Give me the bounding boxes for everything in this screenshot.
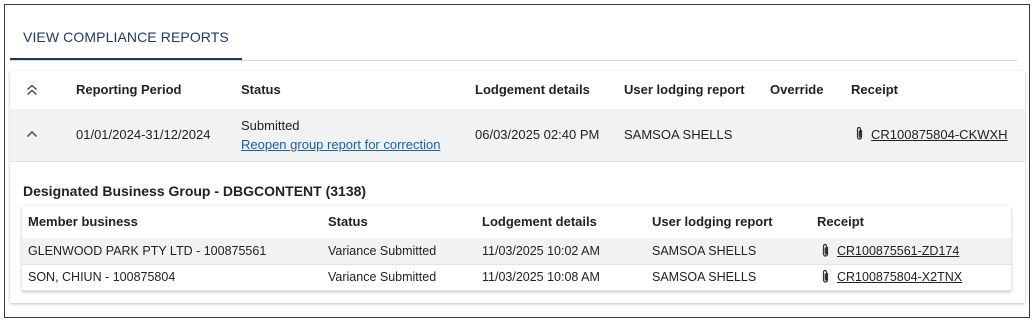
member-receipt-link[interactable]: CR100875561-ZD174 bbox=[837, 238, 959, 264]
member-user-value: SAMSOA SHELLS bbox=[652, 244, 757, 258]
member-receipt-link[interactable]: CR100875804-X2TNX bbox=[837, 264, 962, 290]
paperclip-icon bbox=[821, 269, 830, 284]
header-member-status: Status bbox=[328, 214, 368, 229]
member-status-value: Variance Submitted bbox=[328, 244, 437, 258]
receipt-link[interactable]: CR100875804-CKWXH bbox=[871, 127, 1008, 142]
header-user-lodging-report: User lodging report bbox=[624, 82, 745, 97]
member-business-value: GLENWOOD PARK PTY LTD - 100875561 bbox=[28, 244, 267, 258]
header-member-business: Member business bbox=[28, 214, 138, 229]
group-title: Designated Business Group - DBGCONTENT (… bbox=[23, 183, 367, 199]
member-lodgement-value: 11/03/2025 10:02 AM bbox=[482, 244, 600, 258]
header-member-user-lodging-report: User lodging report bbox=[652, 214, 773, 229]
compliance-reports-table: Reporting Period Status Lodgement detail… bbox=[10, 71, 1025, 303]
user-lodging-report-value: SAMSOA SHELLS bbox=[624, 127, 733, 142]
paperclip-icon bbox=[855, 126, 864, 141]
member-lodgement-value: 11/03/2025 10:08 AM bbox=[482, 270, 600, 284]
member-user-value: SAMSOA SHELLS bbox=[652, 270, 757, 284]
tab-view-compliance-reports[interactable]: VIEW COMPLIANCE REPORTS bbox=[10, 20, 242, 60]
collapse-all-icon[interactable] bbox=[26, 84, 38, 96]
reopen-group-report-link[interactable]: Reopen group report for correction bbox=[241, 137, 440, 152]
header-reporting-period: Reporting Period bbox=[76, 82, 182, 97]
table-row: SON, CHIUN - 100875804 Variance Submitte… bbox=[22, 264, 1011, 291]
status-value: Submitted bbox=[241, 118, 300, 133]
page-frame: VIEW COMPLIANCE REPORTS Reporting Period… bbox=[4, 4, 1030, 318]
chevron-up-icon[interactable] bbox=[26, 129, 38, 139]
table-header: Reporting Period Status Lodgement detail… bbox=[10, 71, 1025, 110]
table-row: 01/01/2024-31/12/2024 Submitted Reopen g… bbox=[10, 109, 1025, 162]
header-status: Status bbox=[241, 82, 281, 97]
reporting-period-value: 01/01/2024-31/12/2024 bbox=[76, 127, 211, 142]
tab-bar: VIEW COMPLIANCE REPORTS bbox=[10, 20, 1017, 61]
lodgement-details-value: 06/03/2025 02:40 PM bbox=[475, 127, 600, 142]
paperclip-icon bbox=[821, 243, 830, 258]
header-lodgement-details: Lodgement details bbox=[475, 82, 590, 97]
member-table-header: Member business Status Lodgement details… bbox=[22, 206, 1011, 239]
header-member-lodgement-details: Lodgement details bbox=[482, 214, 597, 229]
header-override: Override bbox=[770, 82, 824, 97]
table-row: GLENWOOD PARK PTY LTD - 100875561 Varian… bbox=[22, 238, 1011, 265]
header-receipt: Receipt bbox=[851, 82, 898, 97]
member-status-value: Variance Submitted bbox=[328, 270, 437, 284]
member-business-value: SON, CHIUN - 100875804 bbox=[28, 270, 176, 284]
header-member-receipt: Receipt bbox=[817, 214, 864, 229]
member-business-table: Member business Status Lodgement details… bbox=[22, 206, 1011, 291]
